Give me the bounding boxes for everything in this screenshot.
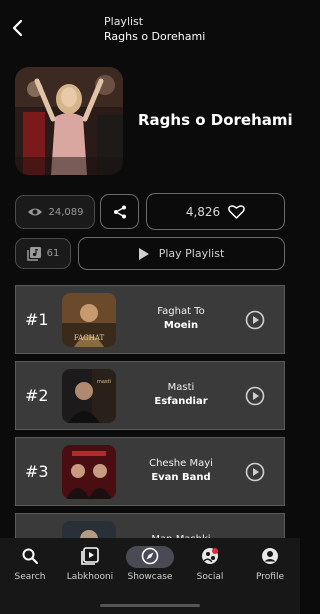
nav-label: Social	[196, 572, 224, 582]
nav-showcase[interactable]: Showcase	[122, 538, 178, 598]
eye-icon	[27, 208, 42, 216]
nav-label: Search	[14, 572, 46, 582]
music-library-icon	[26, 246, 41, 261]
track-count-value: 61	[46, 248, 60, 259]
nav-search[interactable]: Search	[2, 538, 58, 598]
nav-label: Labkhooni	[66, 572, 114, 582]
track-artwork	[62, 445, 116, 499]
video-icon	[81, 547, 99, 565]
track-row[interactable]: #1 FAGHAT Faghat To Moein	[15, 285, 285, 354]
track-count: 61	[15, 238, 71, 269]
track-title: Faghat To	[157, 306, 205, 317]
notification-dot	[212, 548, 218, 554]
track-rank: #2	[25, 386, 49, 405]
play-playlist-label: Play Playlist	[158, 247, 225, 260]
views-count: 24,089	[15, 195, 95, 229]
playlist-cover	[15, 67, 123, 175]
views-value: 24,089	[48, 206, 84, 218]
play-icon	[138, 247, 149, 260]
track-row[interactable]: #2 masti Masti Esfandiar	[15, 361, 285, 430]
back-button[interactable]	[8, 18, 28, 38]
play-circle-icon	[245, 310, 265, 330]
track-play-button[interactable]	[245, 310, 265, 330]
track-title: Masti	[167, 382, 195, 393]
track-artist: Moein	[163, 320, 199, 331]
nav-label: Profile	[256, 572, 284, 582]
header-title: Raghs o Dorehami	[104, 30, 206, 43]
profile-icon	[261, 547, 279, 565]
top-bar: Playlist Raghs o Dorehami	[0, 0, 300, 50]
play-circle-icon	[245, 386, 265, 406]
play-playlist-button[interactable]: Play Playlist	[78, 237, 285, 270]
track-title: Cheshe Mayi	[149, 458, 213, 469]
compass-icon	[141, 547, 159, 565]
header-subtitle: Playlist	[104, 15, 144, 28]
track-play-button[interactable]	[245, 462, 265, 482]
playlist-title: Raghs o Dorehami	[138, 111, 293, 129]
svg-text:FAGHAT: FAGHAT	[74, 334, 105, 342]
arrow-left-icon	[12, 19, 23, 37]
search-icon	[21, 547, 39, 565]
nav-labkhooni[interactable]: Labkhooni	[62, 538, 118, 598]
bottom-nav: Search Labkhooni Showcase Social Profile	[0, 538, 300, 614]
share-icon	[113, 205, 126, 218]
share-button[interactable]	[100, 194, 139, 229]
track-artist: Esfandiar	[154, 396, 208, 407]
track-row[interactable]: #3 Cheshe Mayi Evan Band	[15, 437, 285, 506]
track-rank: #3	[25, 462, 49, 481]
nav-profile[interactable]: Profile	[242, 538, 298, 598]
nav-label: Showcase	[127, 572, 173, 582]
track-artwork: masti	[62, 369, 116, 423]
nav-social[interactable]: Social	[182, 538, 238, 598]
likes-value: 4,826	[185, 204, 221, 219]
track-artwork: FAGHAT	[62, 293, 116, 347]
like-button[interactable]: 4,826	[146, 193, 285, 230]
play-circle-icon	[245, 462, 265, 482]
track-rank: #1	[25, 310, 49, 329]
svg-text:masti: masti	[97, 379, 111, 385]
track-play-button[interactable]	[245, 386, 265, 406]
heart-icon	[228, 205, 246, 219]
track-artist: Evan Band	[151, 472, 211, 483]
home-indicator	[100, 604, 200, 607]
